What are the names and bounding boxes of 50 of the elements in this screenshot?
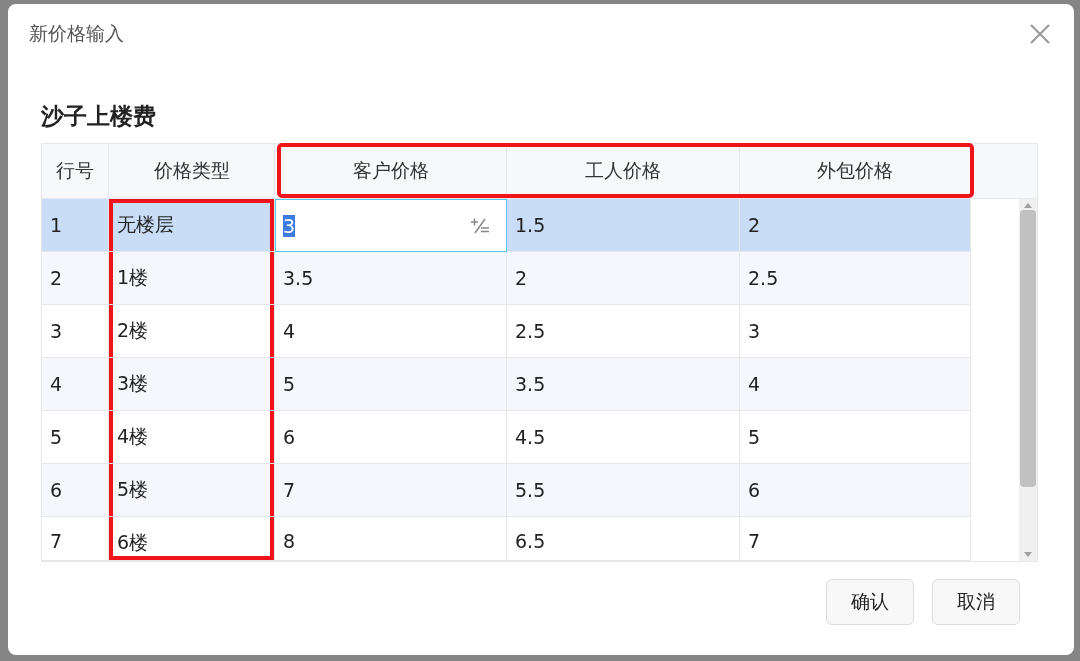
table-cell: 4楼 bbox=[109, 411, 275, 464]
table-cell: 3 bbox=[42, 305, 109, 358]
table-cell: 5楼 bbox=[109, 464, 275, 517]
column-header: 客户价格 bbox=[275, 144, 507, 198]
plus-slash-equals-icon[interactable] bbox=[470, 216, 490, 235]
table-cell: 7 bbox=[275, 464, 507, 517]
table-cell: 8 bbox=[275, 517, 507, 561]
table-cell: 2 bbox=[42, 252, 109, 305]
column-header: 工人价格 bbox=[507, 144, 740, 198]
table-cell: 3.5 bbox=[275, 252, 507, 305]
table-cell: 5.5 bbox=[507, 464, 740, 517]
scrollbar[interactable] bbox=[1019, 199, 1037, 561]
table-cell: 4 bbox=[42, 358, 109, 411]
scroll-up-icon[interactable] bbox=[1024, 203, 1032, 208]
table-cell: 6 bbox=[740, 464, 971, 517]
confirm-button[interactable]: 确认 bbox=[826, 579, 914, 625]
table-cell: 1楼 bbox=[109, 252, 275, 305]
table-cell: 7 bbox=[740, 517, 971, 561]
table-cell: 2楼 bbox=[109, 305, 275, 358]
table-cell: 1 bbox=[42, 199, 109, 252]
input-field[interactable]: 3 bbox=[275, 199, 507, 252]
table-cell: 1.5 bbox=[507, 199, 740, 252]
scrollbar-thumb[interactable] bbox=[1020, 210, 1036, 487]
dialog-title: 新价格输入 bbox=[29, 21, 124, 46]
section-title: 沙子上楼费 bbox=[41, 101, 157, 131]
table-cell: 4.5 bbox=[507, 411, 740, 464]
table-cell: 4 bbox=[740, 358, 971, 411]
table-cell: 无楼层 bbox=[109, 199, 275, 252]
scroll-down-icon[interactable] bbox=[1024, 552, 1032, 557]
table-cell: 5 bbox=[275, 358, 507, 411]
table-cell: 6楼 bbox=[109, 517, 275, 561]
table-cell: 6.5 bbox=[507, 517, 740, 561]
close-button[interactable] bbox=[1028, 22, 1052, 46]
column-header: 价格类型 bbox=[109, 144, 275, 198]
table-cell: 6 bbox=[275, 411, 507, 464]
table-cell: 6 bbox=[42, 464, 109, 517]
table-cell: 2 bbox=[740, 199, 971, 252]
table-cell: 3 bbox=[740, 305, 971, 358]
column-header: 外包价格 bbox=[740, 144, 971, 198]
table-cell: 2.5 bbox=[740, 252, 971, 305]
table-cell: 2.5 bbox=[507, 305, 740, 358]
table-cell: 3楼 bbox=[109, 358, 275, 411]
cancel-button[interactable]: 取消 bbox=[932, 579, 1020, 625]
table-cell: 7 bbox=[42, 517, 109, 561]
column-header: 行号 bbox=[42, 144, 109, 198]
table-cell: 5 bbox=[42, 411, 109, 464]
table-cell: 2 bbox=[507, 252, 740, 305]
table-cell: 3.5 bbox=[507, 358, 740, 411]
table-cell: 5 bbox=[740, 411, 971, 464]
table-cell: 4 bbox=[275, 305, 507, 358]
